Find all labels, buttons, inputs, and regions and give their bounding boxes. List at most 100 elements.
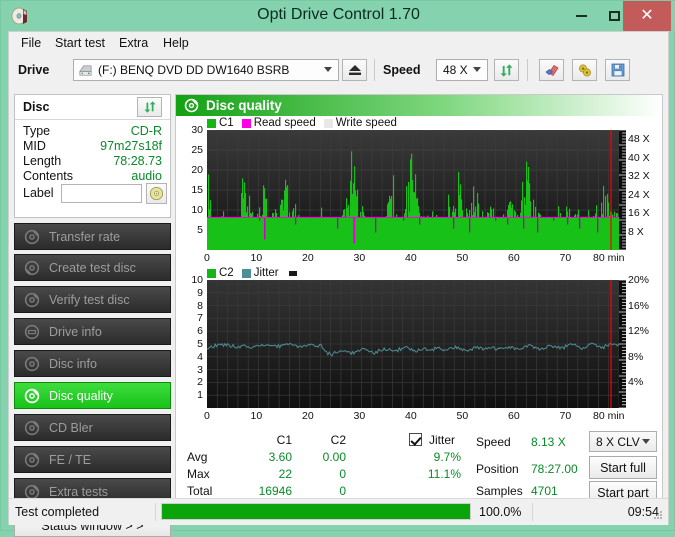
erase-button[interactable] [539, 59, 564, 81]
speed-label: Speed [383, 63, 421, 77]
status-bar: Test completed 100.0% 09:54 [9, 498, 668, 525]
legend-item-c2: C2 [207, 267, 234, 279]
disc-mid-value: 97m27s18f [100, 139, 162, 153]
disc-length-value: 78:28.73 [113, 154, 162, 168]
sidebar-item-verify-test-disc[interactable]: Verify test disc [14, 286, 171, 313]
disc-label-button[interactable] [146, 183, 167, 204]
client-area: File Start test Extra Help Drive (F:) BE… [8, 31, 669, 537]
stats-max-jitter: 11.1% [427, 467, 461, 481]
stats-row-avg-label: Avg [187, 450, 208, 464]
chart1-y2tick: 8 X [628, 225, 644, 238]
chart1-ytick: 5 [197, 224, 203, 236]
chart2-y2tick: 12% [628, 325, 650, 338]
legend-item-write-speed: Write speed [323, 117, 397, 129]
sidebar-item-create-test-disc[interactable]: Create test disc [14, 254, 171, 281]
legend-swatch-c2 [207, 268, 216, 278]
sidebar-item-fe-te[interactable]: FE / TE [14, 446, 171, 473]
disc-icon [24, 260, 40, 275]
speed-select-value: 48 X [443, 63, 468, 77]
chart2-y2tick: 20% [628, 274, 650, 286]
drive-icon [24, 324, 40, 339]
chart2-xtick: 40 [405, 410, 417, 422]
legend-label-jitter: Jitter [253, 267, 279, 279]
disc-label-input[interactable] [61, 184, 142, 203]
resize-grip-icon[interactable] [652, 509, 664, 521]
chart2-ytick: 6 [197, 325, 203, 338]
info-position-label: Position [476, 462, 519, 476]
stats-avg-jitter: 9.7% [433, 450, 461, 464]
chart1-y2tick: 32 X [628, 170, 650, 183]
sidebar-item-cd-bler[interactable]: CD Bler [14, 414, 171, 441]
legend-item-c1: C1 [207, 117, 234, 129]
status-divider-1 [155, 503, 156, 521]
stats-row-total-label: Total [187, 484, 213, 498]
sidebar-item-label: Verify test disc [49, 292, 130, 307]
write-speed-select[interactable]: 8 X CLV [589, 431, 657, 452]
disc-contents-value: audio [131, 169, 162, 183]
sidebar-item-disc-info[interactable]: Disc info [14, 350, 171, 377]
info-speed-label: Speed [476, 435, 511, 449]
chart2-y2tick: 4% [628, 376, 644, 389]
eject-button[interactable] [342, 59, 367, 81]
close-icon: ✕ [640, 7, 654, 24]
chart1-legend: C1 Read speed Write speed [207, 117, 405, 129]
disc-icon [24, 452, 40, 467]
info-samples-value: 4701 [531, 484, 558, 498]
disc-quality-pane: Disc quality C1 Read speed Write speed 5… [175, 94, 663, 507]
eject-icon [348, 65, 361, 75]
stats-total-c1: 16946 [258, 484, 292, 498]
speed-select[interactable]: 48 X [436, 59, 488, 81]
elapsed-time: 09:54 [627, 505, 659, 519]
chart2-ytick: 3 [197, 363, 203, 376]
start-full-button[interactable]: Start full [589, 456, 657, 479]
app-window: Opti Drive Control 1.70 ✕ File Start tes… [0, 0, 675, 537]
drive-select[interactable]: (F:) BENQ DVD DD DW1640 BSRB [73, 59, 339, 81]
chart2-ytick: 10 [191, 274, 203, 286]
refresh-button[interactable] [494, 59, 519, 81]
c2-jitter-chart[interactable] [207, 280, 619, 408]
chart1-xtick: 40 [405, 252, 417, 264]
disc-type-value: CD-R [130, 124, 162, 138]
chart2-xtick: 60 [508, 410, 520, 422]
info-speed-value: 8.13 X [531, 435, 566, 449]
chart2-ytick: 2 [197, 376, 203, 389]
menu-extra[interactable]: Extra [113, 35, 154, 51]
sidebar-item-label: CD Bler [49, 420, 93, 435]
disc-icon [24, 388, 40, 403]
status-divider-2 [532, 503, 533, 521]
c1-read-speed-chart[interactable] [207, 130, 619, 250]
drive-toolbar: Drive (F:) BENQ DVD DD DW1640 BSRB Speed… [9, 54, 668, 90]
close-button[interactable]: ✕ [623, 1, 671, 31]
disc-refresh-button[interactable] [137, 97, 162, 117]
chart2-xtick: 70 [559, 410, 572, 422]
sidebar-item-drive-info[interactable]: Drive info [14, 318, 171, 345]
sidebar-item-disc-quality[interactable]: Disc quality [14, 382, 171, 409]
chart1-xtick: 70 [559, 252, 572, 264]
disc-icon [24, 229, 40, 244]
chart1-y2tick: 48 X [628, 133, 650, 146]
disc-panel-header: Disc [15, 95, 170, 120]
sidebar-item-label: Drive info [49, 324, 102, 339]
minimize-button[interactable] [566, 1, 596, 31]
disc-type-label: Type [23, 124, 51, 138]
sidebar-item-label: Create test disc [49, 260, 136, 275]
chart1-xtick: 30 [353, 252, 366, 264]
jitter-checkbox[interactable] [409, 433, 422, 446]
chart1-ytick: 15 [191, 184, 203, 196]
menu-start-test[interactable]: Start test [49, 35, 111, 51]
disc-icon [24, 420, 40, 435]
sidebar-item-transfer-rate[interactable]: Transfer rate [14, 223, 171, 250]
refresh-icon [500, 63, 513, 77]
jitter-label: Jitter [429, 433, 456, 447]
menu-help[interactable]: Help [157, 35, 195, 51]
stats-max-c2: 0 [339, 467, 346, 481]
stats-header-c1: C1 [276, 433, 292, 447]
save-button[interactable] [605, 59, 630, 81]
chevron-down-icon [324, 67, 332, 72]
menu-file[interactable]: File [15, 35, 47, 51]
stats-row-max-label: Max [187, 467, 210, 481]
stats-total-c2: 0 [339, 484, 346, 498]
minimize-icon [575, 15, 587, 17]
settings-button[interactable] [572, 59, 597, 81]
disc-length-label: Length [23, 154, 62, 168]
